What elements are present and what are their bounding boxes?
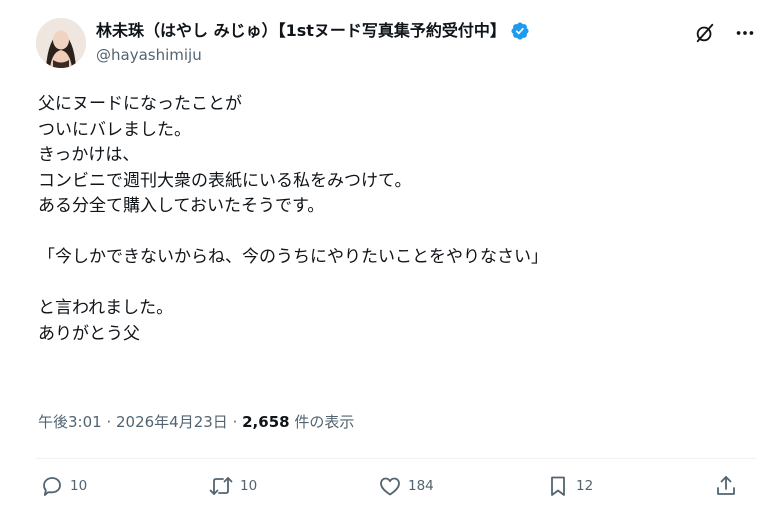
like-button[interactable]: 184	[378, 474, 434, 498]
views-count: 2,658	[242, 413, 290, 431]
meta-separator: ·	[101, 413, 116, 431]
post-time[interactable]: 午後3:01	[38, 413, 102, 431]
post-header: 林未珠（はやし みじゅ）【1stヌード写真集予約受付中】 @hayashimij…	[36, 16, 756, 76]
share-icon	[714, 474, 738, 498]
bookmark-count: 12	[576, 478, 594, 494]
heart-icon	[378, 474, 402, 498]
repost-count: 10	[240, 478, 258, 494]
handle[interactable]: @hayashimiju	[96, 44, 530, 66]
meta-separator: ·	[227, 413, 243, 431]
post-date[interactable]: 2026年4月23日	[116, 413, 228, 431]
display-name-row[interactable]: 林未珠（はやし みじゅ）【1stヌード写真集予約受付中】	[96, 20, 530, 42]
share-button[interactable]	[714, 474, 738, 498]
action-bar: 10 10 184 12	[40, 474, 740, 502]
bookmark-icon	[546, 474, 570, 498]
more-icon[interactable]	[734, 22, 756, 44]
reply-count: 10	[70, 478, 88, 494]
post-meta: 午後3:01 · 2026年4月23日 · 2,658 件の表示	[38, 411, 354, 432]
repost-icon	[208, 474, 234, 498]
reply-button[interactable]: 10	[40, 474, 87, 498]
views-label: 件の表示	[289, 413, 355, 431]
reply-icon	[40, 474, 64, 498]
verified-badge-icon	[510, 21, 530, 41]
divider	[36, 458, 756, 459]
avatar[interactable]	[36, 18, 86, 68]
post-text: 父にヌードになったことが ついにバレました。 きっかけは、 コンビニで週刊大衆の…	[38, 94, 548, 344]
repost-button[interactable]: 10	[208, 474, 257, 498]
grok-icon[interactable]	[694, 22, 716, 44]
like-count: 184	[408, 478, 434, 494]
display-name[interactable]: 林未珠（はやし みじゅ）【1stヌード写真集予約受付中】	[96, 20, 506, 42]
bookmark-button[interactable]: 12	[546, 474, 593, 498]
